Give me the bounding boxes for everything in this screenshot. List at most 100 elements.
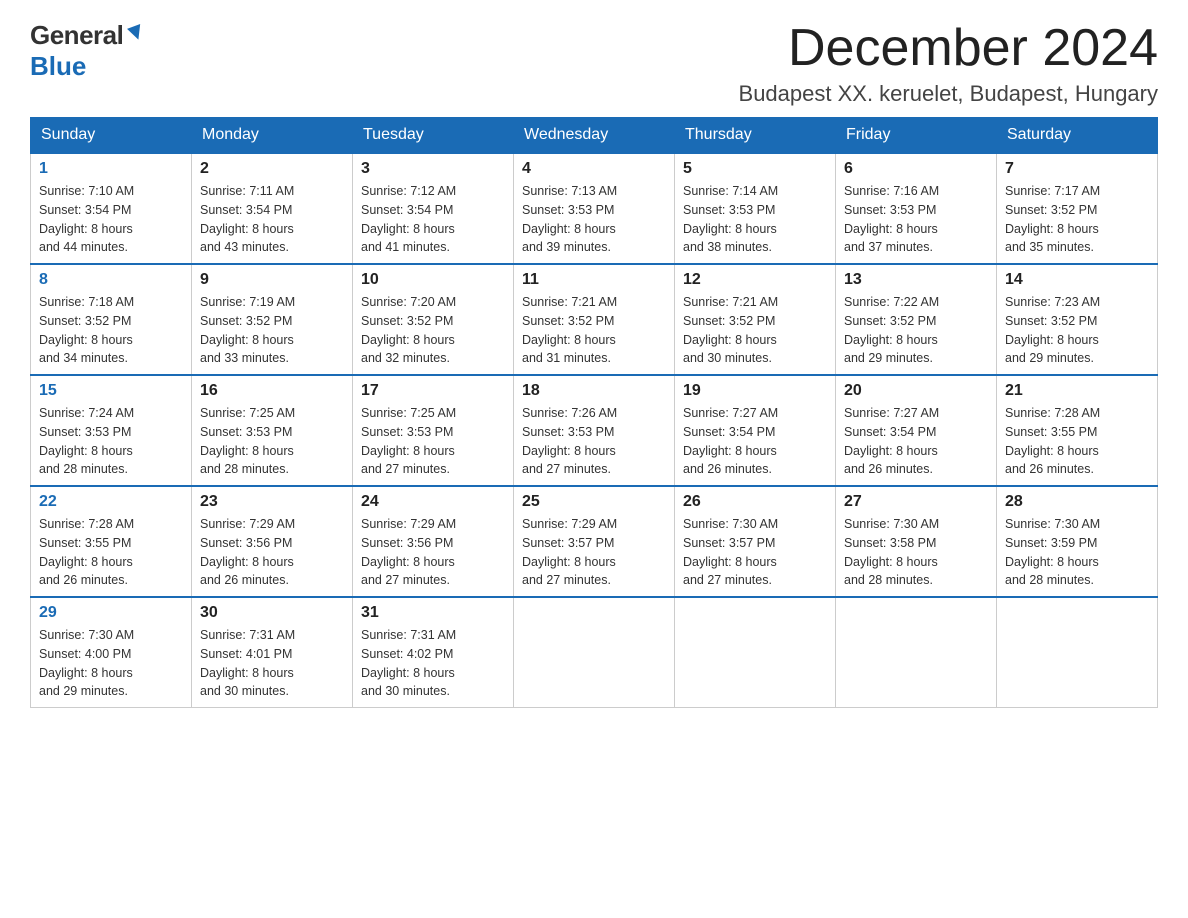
day-number: 19: [683, 382, 827, 400]
calendar-cell: 22 Sunrise: 7:28 AMSunset: 3:55 PMDayligh…: [31, 486, 192, 597]
day-number: 31: [361, 604, 505, 622]
day-info: Sunrise: 7:21 AMSunset: 3:52 PMDaylight:…: [683, 293, 827, 368]
day-info: Sunrise: 7:28 AMSunset: 3:55 PMDaylight:…: [39, 515, 183, 590]
weekday-header-saturday: Saturday: [997, 118, 1158, 154]
day-number: 17: [361, 382, 505, 400]
day-info: Sunrise: 7:30 AMSunset: 3:57 PMDaylight:…: [683, 515, 827, 590]
calendar-cell: 5Sunrise: 7:14 AMSunset: 3:53 PMDaylight…: [675, 153, 836, 264]
day-info: Sunrise: 7:29 AMSunset: 3:57 PMDaylight:…: [522, 515, 666, 590]
calendar-cell: 23 Sunrise: 7:29 AMSunset: 3:56 PMDayligh…: [192, 486, 353, 597]
day-info: Sunrise: 7:10 AMSunset: 3:54 PMDaylight:…: [39, 182, 183, 257]
calendar-cell: 30 Sunrise: 7:31 AMSunset: 4:01 PMDayligh…: [192, 597, 353, 708]
weekday-header-tuesday: Tuesday: [353, 118, 514, 154]
logo-general-text: General: [30, 20, 123, 51]
day-number: 12: [683, 271, 827, 289]
day-info: Sunrise: 7:24 AMSunset: 3:53 PMDaylight:…: [39, 404, 183, 479]
calendar-cell: 12 Sunrise: 7:21 AMSunset: 3:52 PMDayligh…: [675, 264, 836, 375]
day-number: 5: [683, 160, 827, 178]
day-info: Sunrise: 7:19 AMSunset: 3:52 PMDaylight:…: [200, 293, 344, 368]
day-info: Sunrise: 7:12 AMSunset: 3:54 PMDaylight:…: [361, 182, 505, 257]
calendar-cell: 16 Sunrise: 7:25 AMSunset: 3:53 PMDayligh…: [192, 375, 353, 486]
day-info: Sunrise: 7:11 AMSunset: 3:54 PMDaylight:…: [200, 182, 344, 257]
day-number: 9: [200, 271, 344, 289]
day-number: 3: [361, 160, 505, 178]
day-number: 15: [39, 382, 183, 400]
calendar-cell: 19 Sunrise: 7:27 AMSunset: 3:54 PMDayligh…: [675, 375, 836, 486]
month-title: December 2024: [739, 20, 1158, 77]
calendar-cell: 9 Sunrise: 7:19 AMSunset: 3:52 PMDaylight…: [192, 264, 353, 375]
day-number: 4: [522, 160, 666, 178]
day-info: Sunrise: 7:30 AMSunset: 4:00 PMDaylight:…: [39, 626, 183, 701]
calendar-cell: 28 Sunrise: 7:30 AMSunset: 3:59 PMDayligh…: [997, 486, 1158, 597]
calendar-cell: 8 Sunrise: 7:18 AMSunset: 3:52 PMDaylight…: [31, 264, 192, 375]
day-number: 7: [1005, 160, 1149, 178]
day-info: Sunrise: 7:28 AMSunset: 3:55 PMDaylight:…: [1005, 404, 1149, 479]
calendar-cell: [836, 597, 997, 708]
day-number: 27: [844, 493, 988, 511]
calendar-cell: [997, 597, 1158, 708]
logo: General Blue: [30, 20, 147, 82]
day-number: 22: [39, 493, 183, 511]
day-info: Sunrise: 7:29 AMSunset: 3:56 PMDaylight:…: [361, 515, 505, 590]
calendar-cell: 21Sunrise: 7:28 AMSunset: 3:55 PMDayligh…: [997, 375, 1158, 486]
weekday-header-thursday: Thursday: [675, 118, 836, 154]
calendar-cell: 31 Sunrise: 7:31 AMSunset: 4:02 PMDayligh…: [353, 597, 514, 708]
day-info: Sunrise: 7:25 AMSunset: 3:53 PMDaylight:…: [200, 404, 344, 479]
calendar-cell: 20Sunrise: 7:27 AMSunset: 3:54 PMDayligh…: [836, 375, 997, 486]
calendar-cell: 24 Sunrise: 7:29 AMSunset: 3:56 PMDayligh…: [353, 486, 514, 597]
week-row-1: 1 Sunrise: 7:10 AMSunset: 3:54 PMDaylight…: [31, 153, 1158, 264]
calendar-cell: 17 Sunrise: 7:25 AMSunset: 3:53 PMDayligh…: [353, 375, 514, 486]
calendar-cell: [675, 597, 836, 708]
week-row-5: 29 Sunrise: 7:30 AMSunset: 4:00 PMDayligh…: [31, 597, 1158, 708]
calendar-cell: 27Sunrise: 7:30 AMSunset: 3:58 PMDayligh…: [836, 486, 997, 597]
week-row-3: 15 Sunrise: 7:24 AMSunset: 3:53 PMDayligh…: [31, 375, 1158, 486]
day-number: 14: [1005, 271, 1149, 289]
day-info: Sunrise: 7:13 AMSunset: 3:53 PMDaylight:…: [522, 182, 666, 257]
day-info: Sunrise: 7:31 AMSunset: 4:01 PMDaylight:…: [200, 626, 344, 701]
day-number: 23: [200, 493, 344, 511]
day-number: 11: [522, 271, 666, 289]
calendar-cell: [514, 597, 675, 708]
day-info: Sunrise: 7:29 AMSunset: 3:56 PMDaylight:…: [200, 515, 344, 590]
day-info: Sunrise: 7:16 AMSunset: 3:53 PMDaylight:…: [844, 182, 988, 257]
day-info: Sunrise: 7:20 AMSunset: 3:52 PMDaylight:…: [361, 293, 505, 368]
day-number: 29: [39, 604, 183, 622]
day-number: 18: [522, 382, 666, 400]
day-number: 2: [200, 160, 344, 178]
weekday-header-monday: Monday: [192, 118, 353, 154]
logo-blue-text: Blue: [30, 51, 86, 81]
day-info: Sunrise: 7:21 AMSunset: 3:52 PMDaylight:…: [522, 293, 666, 368]
day-number: 30: [200, 604, 344, 622]
day-number: 10: [361, 271, 505, 289]
weekday-header-row: SundayMondayTuesdayWednesdayThursdayFrid…: [31, 118, 1158, 154]
calendar-cell: 18 Sunrise: 7:26 AMSunset: 3:53 PMDayligh…: [514, 375, 675, 486]
day-number: 1: [39, 160, 183, 178]
calendar-cell: 6Sunrise: 7:16 AMSunset: 3:53 PMDaylight…: [836, 153, 997, 264]
calendar-cell: 29 Sunrise: 7:30 AMSunset: 4:00 PMDayligh…: [31, 597, 192, 708]
day-info: Sunrise: 7:25 AMSunset: 3:53 PMDaylight:…: [361, 404, 505, 479]
day-number: 13: [844, 271, 988, 289]
day-number: 24: [361, 493, 505, 511]
day-number: 20: [844, 382, 988, 400]
weekday-header-friday: Friday: [836, 118, 997, 154]
day-info: Sunrise: 7:30 AMSunset: 3:59 PMDaylight:…: [1005, 515, 1149, 590]
day-info: Sunrise: 7:18 AMSunset: 3:52 PMDaylight:…: [39, 293, 183, 368]
calendar-cell: 7 Sunrise: 7:17 AMSunset: 3:52 PMDaylight…: [997, 153, 1158, 264]
page-header: General Blue December 2024 Budapest XX. …: [30, 20, 1158, 107]
day-info: Sunrise: 7:26 AMSunset: 3:53 PMDaylight:…: [522, 404, 666, 479]
day-info: Sunrise: 7:22 AMSunset: 3:52 PMDaylight:…: [844, 293, 988, 368]
day-info: Sunrise: 7:17 AMSunset: 3:52 PMDaylight:…: [1005, 182, 1149, 257]
location-subtitle: Budapest XX. keruelet, Budapest, Hungary: [739, 81, 1158, 107]
day-info: Sunrise: 7:27 AMSunset: 3:54 PMDaylight:…: [683, 404, 827, 479]
day-info: Sunrise: 7:23 AMSunset: 3:52 PMDaylight:…: [1005, 293, 1149, 368]
day-number: 26: [683, 493, 827, 511]
calendar-cell: 3 Sunrise: 7:12 AMSunset: 3:54 PMDaylight…: [353, 153, 514, 264]
weekday-header-sunday: Sunday: [31, 118, 192, 154]
day-number: 8: [39, 271, 183, 289]
day-number: 16: [200, 382, 344, 400]
title-section: December 2024 Budapest XX. keruelet, Bud…: [739, 20, 1158, 107]
calendar-cell: 15 Sunrise: 7:24 AMSunset: 3:53 PMDayligh…: [31, 375, 192, 486]
day-number: 28: [1005, 493, 1149, 511]
day-number: 25: [522, 493, 666, 511]
day-info: Sunrise: 7:31 AMSunset: 4:02 PMDaylight:…: [361, 626, 505, 701]
